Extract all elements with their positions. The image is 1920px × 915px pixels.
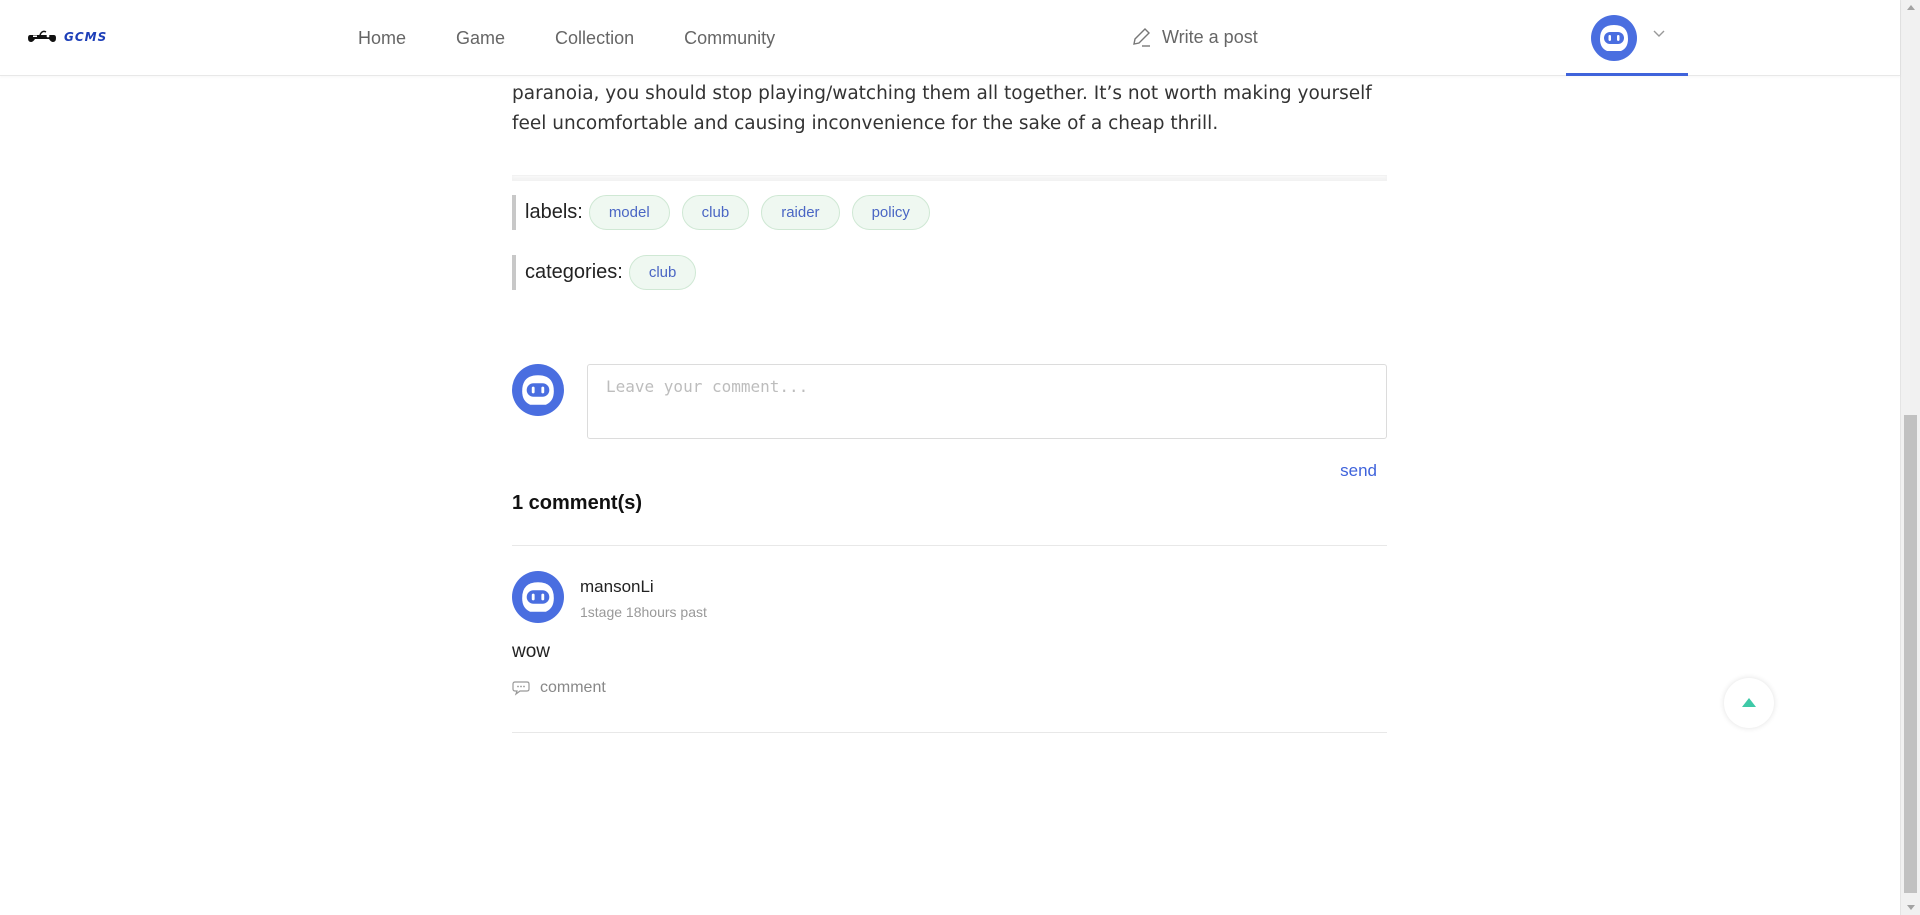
avatar [512,364,564,421]
gamepad-icon [28,30,56,42]
robot-avatar-icon [512,571,564,623]
avatar[interactable] [512,571,564,628]
comment-count: 1 comment(s) [512,492,643,514]
categories-title: categories: [525,261,623,283]
article-content: paranoia, you should stop playing/watchi… [512,76,1387,733]
label-tag[interactable]: model [588,195,670,230]
robot-avatar-icon [1591,15,1637,61]
speech-bubble-icon [512,681,530,696]
nav-community[interactable]: Community [684,28,775,49]
comment-time: 1stage 18hours past [580,604,707,620]
site-logo[interactable]: GCMS [26,29,107,45]
user-menu[interactable] [1566,0,1688,76]
comment-text: wow [512,641,551,662]
logo-text: GCMS [64,30,108,44]
send-button[interactable]: send [1340,461,1377,481]
comment-item: mansonLi 1stage 18hours past wow comment [512,546,1387,733]
article-paragraph: paranoia, you should stop playing/watchi… [512,83,1372,134]
labels-row: labels: model club raider policy [512,195,1387,230]
nav-home[interactable]: Home [358,28,406,49]
reply-label: comment [540,679,606,696]
scroll-up-icon[interactable] [1907,5,1915,10]
robot-avatar-icon [512,364,564,416]
scrollbar-thumb[interactable] [1904,415,1917,893]
label-tag[interactable]: club [681,195,750,230]
reply-button[interactable]: comment [512,679,606,697]
write-post-label: Write a post [1162,26,1258,47]
top-navbar: GCMS Home Game Collection Community Writ… [0,0,1900,76]
article-divider [512,175,1387,181]
scroll-down-icon[interactable] [1907,905,1915,910]
categories-row: categories: club [512,255,1387,290]
nav-game[interactable]: Game [456,28,505,49]
category-tag[interactable]: club [628,255,697,290]
comment-author[interactable]: mansonLi [580,577,654,597]
page-scrollbar[interactable] [1900,0,1920,915]
arrow-up-icon [1742,698,1756,707]
back-to-top-button[interactable] [1724,678,1774,728]
comment-input[interactable] [587,364,1387,439]
main-nav: Home Game Collection Community [358,0,825,76]
nav-collection[interactable]: Collection [555,28,634,49]
labels-title: labels: [525,201,583,223]
comment-form: send [512,364,1387,480]
chevron-down-icon[interactable] [1652,27,1666,46]
pen-icon [1133,28,1150,47]
label-tag[interactable]: policy [851,195,930,230]
avatar[interactable] [1591,15,1637,66]
label-tag[interactable]: raider [761,195,840,230]
write-post-button[interactable]: Write a post [1130,26,1258,48]
